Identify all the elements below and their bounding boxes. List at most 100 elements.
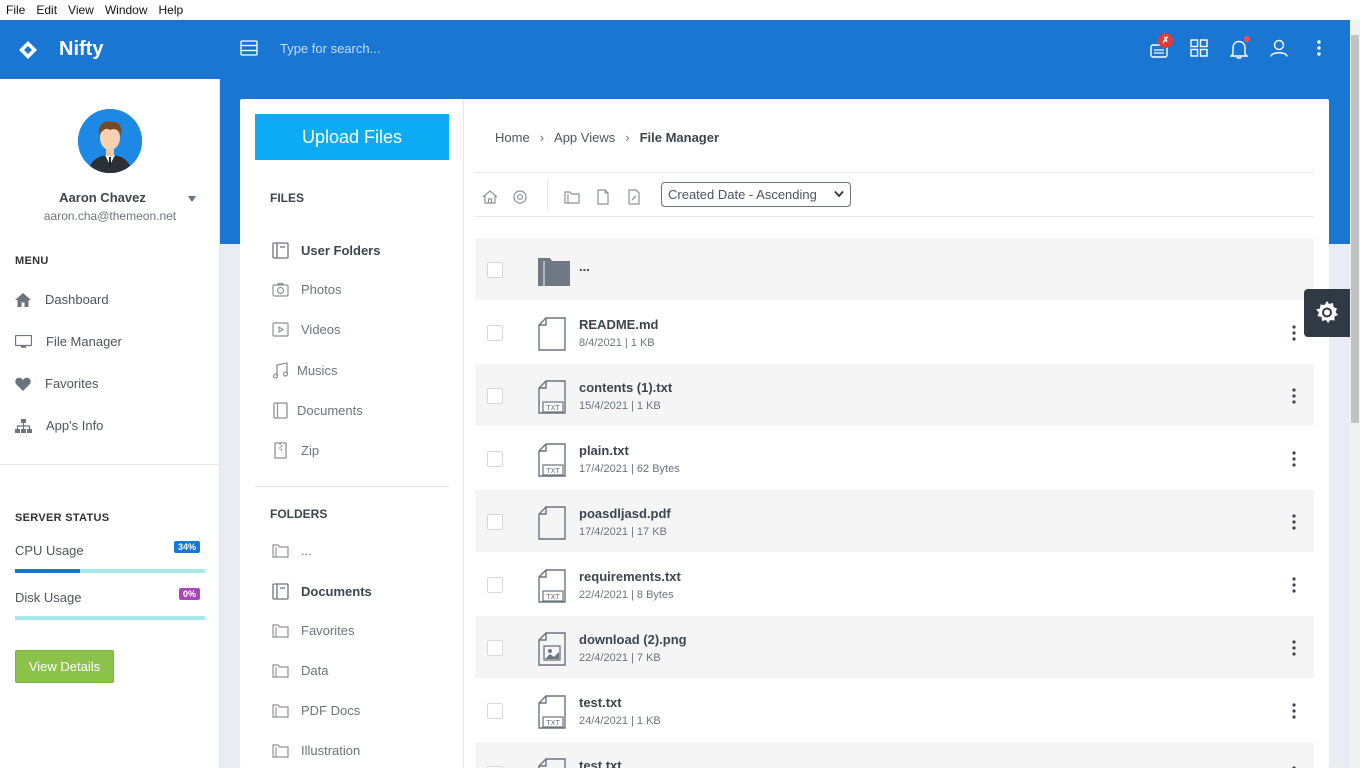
unread-dot xyxy=(1244,36,1250,42)
brand[interactable]: Nifty xyxy=(0,20,220,79)
file-row[interactable]: TXT plain.txt 17/4/2021 | 62 Bytes xyxy=(475,427,1314,490)
more-vertical-icon[interactable] xyxy=(1291,325,1297,341)
row-checkbox[interactable] xyxy=(487,703,503,719)
home-outline-icon[interactable] xyxy=(481,188,499,206)
folder-item-label: Documents xyxy=(301,584,372,599)
txt-file-icon: TXT xyxy=(537,758,567,768)
nav-favorites[interactable]: Favorites xyxy=(15,376,98,391)
disk-usage-label: Disk Usage xyxy=(15,590,82,605)
row-checkbox[interactable] xyxy=(487,451,503,467)
file-row[interactable]: download (2).png 22/4/2021 | 7 KB xyxy=(475,616,1314,679)
more-vertical-icon[interactable] xyxy=(1291,640,1297,656)
page-scrollbar[interactable] xyxy=(1350,20,1360,768)
chevron-right-icon: › xyxy=(625,130,630,145)
breadcrumb: Home › App Views › File Manager xyxy=(495,130,719,145)
files-item-label: Videos xyxy=(301,322,341,337)
folder-item-parent[interactable]: ... xyxy=(272,543,312,558)
nav-dashboard[interactable]: Dashboard xyxy=(15,292,109,307)
folder-item-label: ... xyxy=(301,543,312,558)
file-meta: 24/4/2021 | 1 KB xyxy=(579,715,661,727)
file-row[interactable]: TXT requirements.txt 22/4/2021 | 8 Bytes xyxy=(475,553,1314,616)
file-row[interactable]: TXT test.txt xyxy=(475,742,1314,768)
breadcrumb-divider xyxy=(475,172,1314,173)
folder-icon xyxy=(272,664,289,678)
profile-name[interactable]: Aaron Chavez xyxy=(0,190,205,205)
breadcrumb-app-views[interactable]: App Views xyxy=(554,130,615,145)
home-icon xyxy=(15,292,31,307)
nav-apps-info[interactable]: App's Info xyxy=(15,418,103,433)
menu-help[interactable]: Help xyxy=(153,3,189,17)
folder-item-documents[interactable]: Documents xyxy=(272,583,372,600)
folder-item-favorites[interactable]: Favorites xyxy=(272,623,354,638)
row-checkbox[interactable] xyxy=(487,262,503,278)
monitor-icon xyxy=(15,334,32,348)
new-folder-icon[interactable] xyxy=(563,188,581,206)
folder-item-data[interactable]: Data xyxy=(272,663,328,678)
server-status-title: SERVER STATUS xyxy=(15,512,110,524)
upload-files-button[interactable]: Upload Files xyxy=(255,114,449,160)
file-row[interactable]: poasdljasd.pdf 17/4/2021 | 17 KB xyxy=(475,490,1314,553)
file-manager-card: Upload Files FILES User Folders Photos V… xyxy=(240,99,1329,768)
file-icon xyxy=(537,317,567,356)
row-checkbox[interactable] xyxy=(487,577,503,593)
menu-title: MENU xyxy=(15,255,49,267)
menu-file[interactable]: File xyxy=(0,3,30,17)
menu-window[interactable]: Window xyxy=(99,3,153,17)
files-item-documents[interactable]: Documents xyxy=(272,402,363,419)
folder-icon xyxy=(272,704,289,718)
profile-dropdown-caret-icon[interactable] xyxy=(188,196,196,202)
more-vertical-icon[interactable] xyxy=(1315,39,1323,57)
file-name: requirements.txt xyxy=(579,569,681,584)
menu-edit[interactable]: Edit xyxy=(30,3,62,17)
refresh-icon[interactable] xyxy=(511,188,529,206)
files-item-musics[interactable]: Musics xyxy=(272,362,337,379)
edit-file-icon[interactable] xyxy=(625,188,643,206)
disk-usage-bar xyxy=(15,616,205,620)
sort-select[interactable]: Created Date - Ascending xyxy=(661,182,851,207)
more-vertical-icon[interactable] xyxy=(1291,577,1297,593)
folder-item-illustration[interactable]: Illustration xyxy=(272,743,360,758)
folder-item-label: Data xyxy=(301,663,329,678)
avatar-image xyxy=(78,109,142,173)
file-row[interactable]: TXT contents (1).txt 15/4/2021 | 1 KB xyxy=(475,364,1314,427)
view-details-button[interactable]: View Details xyxy=(15,650,114,683)
image-file-icon xyxy=(537,632,567,671)
more-vertical-icon[interactable] xyxy=(1291,388,1297,404)
svg-text:TXT: TXT xyxy=(545,467,560,475)
folder-item-label: Illustration xyxy=(301,743,361,758)
row-checkbox[interactable] xyxy=(487,388,503,404)
avatar[interactable] xyxy=(78,109,142,173)
nav-file-manager[interactable]: File Manager xyxy=(15,334,122,349)
files-item-user-folders[interactable]: User Folders xyxy=(272,242,380,259)
bell-icon[interactable] xyxy=(1230,39,1248,59)
more-vertical-icon[interactable] xyxy=(1291,451,1297,467)
file-meta: 17/4/2021 | 62 Bytes xyxy=(579,463,680,475)
user-icon[interactable] xyxy=(1270,39,1288,57)
file-row[interactable]: README.md 8/4/2021 | 1 KB xyxy=(475,301,1314,364)
file-name: poasdljasd.pdf xyxy=(579,506,671,521)
folder-row-parent[interactable]: ... xyxy=(475,238,1314,301)
menu-view[interactable]: View xyxy=(62,3,99,17)
folder-item-label: Favorites xyxy=(301,623,355,638)
scrollbar-thumb[interactable] xyxy=(1351,35,1359,423)
grid-icon[interactable] xyxy=(1190,39,1208,57)
search-input[interactable]: Type for search... xyxy=(280,41,380,56)
file-categories-pane: Upload Files FILES User Folders Photos V… xyxy=(240,99,464,768)
nav-apps-info-label: App's Info xyxy=(46,418,104,433)
row-checkbox[interactable] xyxy=(487,514,503,530)
row-checkbox[interactable] xyxy=(487,640,503,656)
files-item-photos[interactable]: Photos xyxy=(272,282,341,297)
txt-file-icon: TXT xyxy=(537,569,567,608)
file-row[interactable]: TXT test.txt 24/4/2021 | 1 KB xyxy=(475,679,1314,742)
files-item-zip[interactable]: Zip xyxy=(272,442,319,459)
breadcrumb-home[interactable]: Home xyxy=(495,130,530,145)
settings-toggle-button[interactable] xyxy=(1304,289,1350,337)
row-checkbox[interactable] xyxy=(487,325,503,341)
file-name: test.txt xyxy=(579,758,622,768)
files-item-videos[interactable]: Videos xyxy=(272,322,341,337)
more-vertical-icon[interactable] xyxy=(1291,514,1297,530)
navigation-toggle-icon[interactable] xyxy=(240,40,258,56)
new-file-icon[interactable] xyxy=(594,188,612,206)
more-vertical-icon[interactable] xyxy=(1291,703,1297,719)
folder-item-pdf-docs[interactable]: PDF Docs xyxy=(272,703,360,718)
